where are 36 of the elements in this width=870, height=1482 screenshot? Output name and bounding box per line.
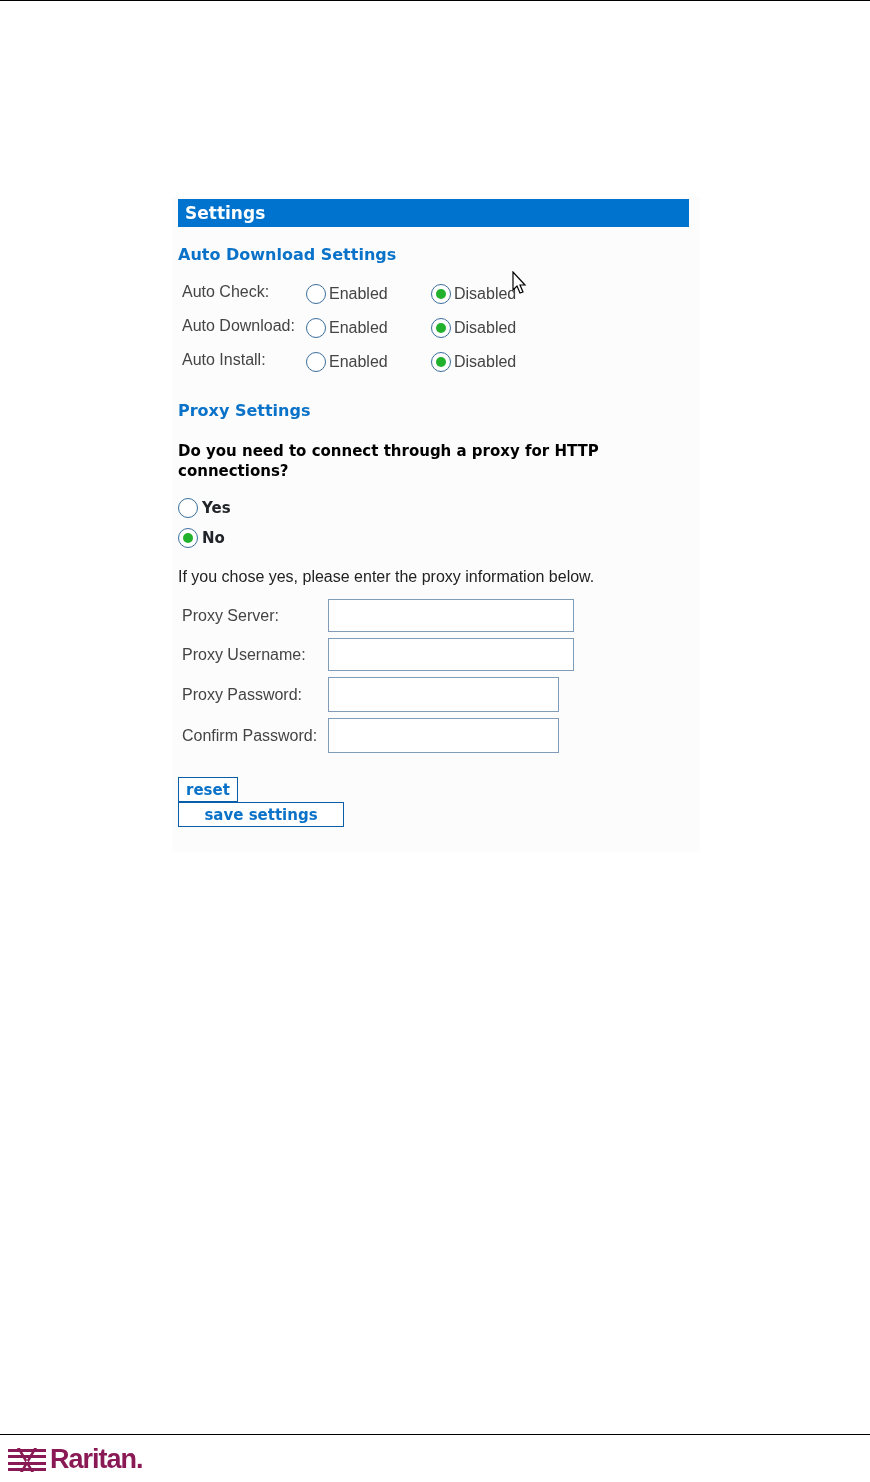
panel-header: Settings [178, 199, 689, 227]
input-field[interactable] [328, 638, 574, 671]
radio-button[interactable] [178, 528, 198, 548]
option-label: Yes [202, 497, 231, 519]
field-label: Auto Check: [181, 282, 271, 302]
radio-button[interactable] [306, 352, 326, 372]
option-label: No [202, 527, 225, 549]
question-text: Do you need to connect through a proxy for HTTP connections? [178, 441, 600, 481]
option-label: Enabled [329, 352, 388, 372]
reset-button[interactable]: reset [178, 777, 238, 802]
radio-button[interactable] [431, 352, 451, 372]
radio-button[interactable] [178, 498, 198, 518]
save-button[interactable]: save settings [178, 802, 344, 827]
option-label: Disabled [454, 318, 517, 338]
option-label: Enabled [329, 284, 388, 304]
input-field[interactable] [328, 718, 559, 753]
field-label: Proxy Server: [181, 605, 280, 626]
field-label: Proxy Username: [181, 644, 307, 665]
option-label: Disabled [454, 352, 517, 372]
radio-button[interactable] [431, 284, 451, 304]
field-label: Auto Install: [181, 350, 267, 370]
radio-button[interactable] [306, 284, 326, 304]
field-label: Auto Download: [181, 316, 296, 336]
section-heading: Proxy Settings [178, 400, 311, 422]
input-field[interactable] [328, 599, 574, 632]
logo-text: Raritan. [50, 1446, 143, 1473]
instruction-text: If you chose yes, please enter the proxy information below. [178, 567, 596, 587]
field-label: Confirm Password: [181, 725, 319, 746]
option-label: Enabled [329, 318, 388, 338]
section-heading: Auto Download Settings [178, 244, 397, 266]
radio-button[interactable] [306, 318, 326, 338]
option-label: Disabled [454, 284, 517, 304]
field-label: Proxy Password: [181, 684, 304, 705]
logo-icon [8, 1447, 46, 1472]
input-field[interactable] [328, 677, 559, 712]
radio-button[interactable] [431, 318, 451, 338]
